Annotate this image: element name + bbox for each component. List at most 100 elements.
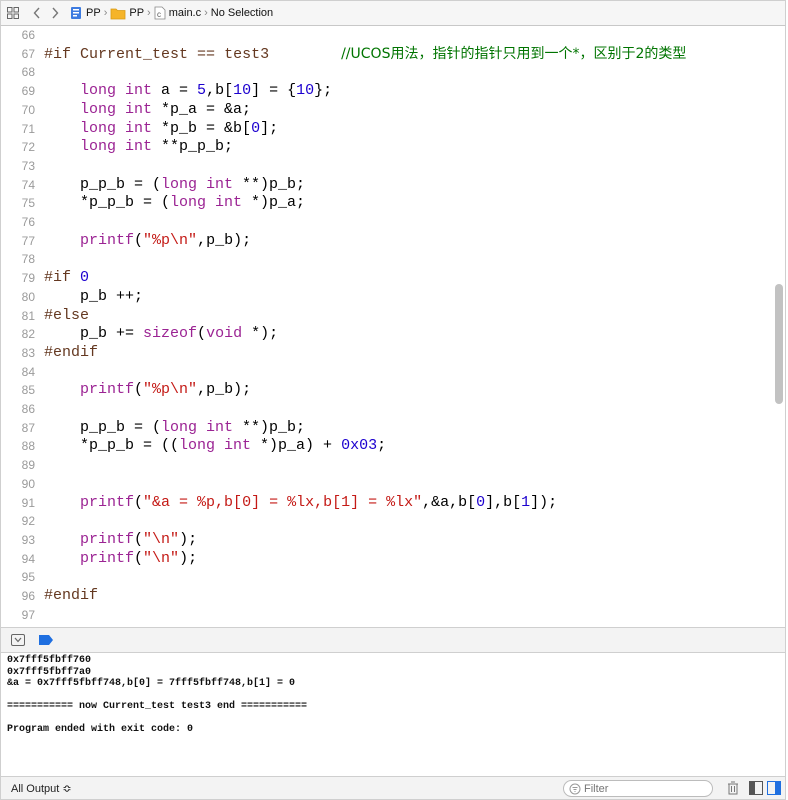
related-items-grid-icon[interactable]: [7, 4, 19, 22]
line-number[interactable]: 72: [1, 138, 35, 156]
code-line[interactable]: 73: [1, 157, 771, 175]
code-token: p_p_b = (: [44, 418, 162, 436]
line-number[interactable]: 69: [1, 82, 35, 100]
line-number[interactable]: 70: [1, 101, 35, 119]
line-number[interactable]: 88: [1, 437, 35, 455]
hide-debug-area-icon[interactable]: [11, 634, 25, 646]
line-number[interactable]: 86: [1, 400, 35, 418]
line-number[interactable]: 85: [1, 381, 35, 399]
code-line[interactable]: 89: [1, 456, 771, 474]
line-number[interactable]: 91: [1, 494, 35, 512]
breakpoints-icon[interactable]: [39, 635, 53, 645]
code-line[interactable]: 72 long int **p_p_b;: [1, 138, 771, 156]
code-token: "%p\n": [143, 381, 198, 399]
code-text: #if 0: [44, 269, 89, 287]
code-line[interactable]: 91 printf("&a = %p,b[0] = %lx,b[1] = %lx…: [1, 494, 771, 512]
code-line[interactable]: 77 printf("%p\n",p_b);: [1, 232, 771, 250]
line-number[interactable]: 66: [1, 26, 35, 44]
code-line[interactable]: 79 #if 0: [1, 269, 771, 287]
line-number[interactable]: 76: [1, 213, 35, 231]
code-token: *p_p_b = (: [44, 194, 171, 212]
line-number[interactable]: 82: [1, 325, 35, 343]
code-token: Current_test: [80, 45, 189, 63]
line-number[interactable]: 89: [1, 456, 35, 474]
line-number[interactable]: 94: [1, 550, 35, 568]
code-text: printf("%p\n",p_b);: [44, 232, 251, 250]
code-line[interactable]: 87 p_p_b = (long int **)p_b;: [1, 419, 771, 437]
line-number[interactable]: 84: [1, 363, 35, 381]
line-number[interactable]: 93: [1, 531, 35, 549]
line-number[interactable]: 75: [1, 194, 35, 212]
code-line[interactable]: 74 p_p_b = (long int **)p_b;: [1, 176, 771, 194]
line-number[interactable]: 92: [1, 512, 35, 530]
code-line[interactable]: 81 #else: [1, 307, 771, 325]
chevron-right-icon[interactable]: [51, 4, 59, 22]
line-number[interactable]: 73: [1, 157, 35, 175]
code-line[interactable]: 94 printf("\n");: [1, 550, 771, 568]
line-number[interactable]: 80: [1, 288, 35, 306]
code-line[interactable]: 75 *p_p_b = (long int *)p_a;: [1, 194, 771, 212]
output-selector[interactable]: All Output ≎: [11, 782, 72, 795]
line-number[interactable]: 67: [1, 45, 35, 63]
code-line[interactable]: 90: [1, 475, 771, 493]
code-line[interactable]: 70 long int *p_a = &a;: [1, 101, 771, 119]
editor-scrollbar[interactable]: [775, 284, 783, 404]
code-line[interactable]: 93 printf("\n");: [1, 531, 771, 549]
code-token: #endif: [44, 587, 99, 604]
code-line[interactable]: 96 #endif: [1, 587, 771, 605]
code-line[interactable]: 71 long int *p_b = &b[0];: [1, 120, 771, 138]
filter-field[interactable]: [563, 780, 713, 797]
code-token: long int: [170, 194, 243, 212]
breadcrumb-file[interactable]: c main.c: [154, 6, 201, 20]
code-token: **p_p_b;: [152, 138, 234, 156]
code-line[interactable]: 88 *p_p_b = ((long int *)p_a) + 0x03;: [1, 437, 771, 455]
line-number[interactable]: 78: [1, 250, 35, 268]
trash-icon[interactable]: [727, 781, 739, 795]
line-number[interactable]: 87: [1, 419, 35, 437]
code-text: p_p_b = (long int **)p_b;: [44, 419, 305, 437]
line-number[interactable]: 96: [1, 587, 35, 605]
code-token: #if: [44, 269, 81, 287]
code-line[interactable]: 86: [1, 400, 771, 418]
code-token: *p_a = &a;: [152, 100, 252, 118]
line-number[interactable]: 90: [1, 475, 35, 493]
show-console-view-icon[interactable]: [767, 781, 781, 795]
line-number[interactable]: 74: [1, 176, 35, 194]
code-line[interactable]: 80 p_b ++;: [1, 288, 771, 306]
filter-input[interactable]: [584, 782, 694, 795]
breadcrumb-folder[interactable]: PP: [110, 7, 144, 20]
code-token: };: [314, 82, 333, 100]
code-token: ==: [188, 45, 225, 63]
code-text: printf("%p\n",p_b);: [44, 381, 251, 399]
line-number[interactable]: 97: [1, 606, 35, 624]
show-variables-view-icon[interactable]: [749, 781, 763, 795]
chevron-left-icon[interactable]: [33, 4, 41, 22]
code-line[interactable]: 84: [1, 363, 771, 381]
code-line[interactable]: 92: [1, 512, 771, 530]
console-output[interactable]: 0x7fff5fbff760 0x7fff5fbff7a0 &a = 0x7ff…: [0, 653, 786, 776]
line-number[interactable]: 95: [1, 568, 35, 586]
code-token: );: [179, 549, 198, 567]
code-line[interactable]: 67 #if Current_test == test3 //UCOS用法，指针的…: [1, 45, 771, 63]
code-line[interactable]: 83 #endif: [1, 344, 771, 362]
code-line[interactable]: 68: [1, 63, 771, 81]
code-line[interactable]: 69 long int a = 5,b[10] = {10};: [1, 82, 771, 100]
line-number[interactable]: 81: [1, 307, 35, 325]
line-number[interactable]: 71: [1, 120, 35, 138]
code-line[interactable]: 85 printf("%p\n",p_b);: [1, 381, 771, 399]
code-line[interactable]: 82 p_b += sizeof(void *);: [1, 325, 771, 343]
code-line[interactable]: 95: [1, 568, 771, 586]
code-line[interactable]: 78: [1, 250, 771, 268]
line-number[interactable]: 68: [1, 63, 35, 81]
code-token: printf: [80, 493, 135, 511]
breadcrumb-project[interactable]: PP: [69, 6, 101, 20]
line-number[interactable]: 77: [1, 232, 35, 250]
code-line[interactable]: 66: [1, 26, 771, 44]
code-line[interactable]: 97: [1, 606, 771, 624]
line-number[interactable]: 83: [1, 344, 35, 362]
code-editor[interactable]: 66 67 #if Current_test == test3 //UCOS用法，指…: [0, 26, 786, 627]
breadcrumb-selection[interactable]: No Selection: [211, 7, 273, 19]
line-number[interactable]: 79: [1, 269, 35, 287]
code-line[interactable]: 76: [1, 213, 771, 231]
code-token: *);: [242, 325, 279, 343]
